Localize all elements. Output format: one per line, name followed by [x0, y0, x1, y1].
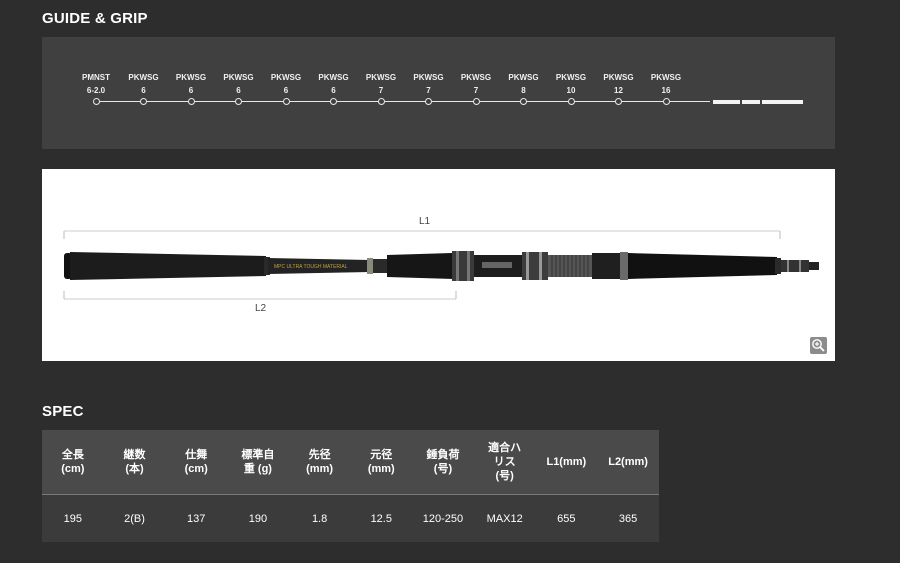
guide-size: 6 [283, 86, 289, 95]
guide-size: 16 [661, 86, 671, 95]
tip-section-2 [742, 100, 760, 104]
spec-table: 全長 (cm) 継数 (本) 仕舞 (cm) 標準自 重 (g) 先径 (mm)… [42, 430, 659, 542]
spec-header-l1: L1(mm) [535, 430, 598, 495]
guide-dot [187, 98, 195, 105]
spec-header-total-length: 全長 (cm) [42, 430, 104, 495]
magnifier-plus-icon [812, 339, 825, 352]
guide-name: PKWSG [555, 73, 587, 82]
guide-dot [520, 98, 527, 105]
guide-name: PKWSG [603, 73, 634, 82]
spec-header-sections: 継数 (本) [103, 430, 166, 495]
spec-value-l1: 655 [535, 494, 598, 542]
spec-header-weight: 標準自 重 (g) [227, 430, 289, 495]
guide-size: 6 [141, 86, 146, 95]
guide-name: PMNST [82, 73, 110, 82]
spec-value-closed-length: 137 [165, 494, 228, 542]
guide-marker: PKWSG 6 [214, 71, 264, 97]
guide-dot [140, 98, 147, 105]
guide-marker: PKWSG 7 [451, 71, 501, 97]
guide-name: PKWSG [128, 73, 159, 82]
spec-header-closed-length: 仕舞 (cm) [165, 430, 228, 495]
spec-value-butt-diameter: 12.5 [350, 494, 413, 542]
guide-size: 12 [614, 86, 623, 95]
guide-dot [92, 98, 100, 105]
guide-marker: PKWSG 8 [499, 71, 549, 97]
guide-size: 10 [566, 86, 576, 95]
guide-size: 6 [236, 86, 241, 95]
guide-dot [235, 98, 242, 105]
guide-name: PKWSG [175, 73, 207, 82]
spec-value-row: 195 2(B) 137 190 1.8 12.5 120-250 MAX12 … [42, 494, 659, 542]
guide-marker: PKWSG 6 [166, 71, 216, 97]
guide-marker: PKWSG 6 [309, 71, 359, 97]
spec-header-tip-diameter: 先径 (mm) [288, 430, 351, 495]
guide-name: PKWSG [223, 73, 254, 82]
guide-marker: PMNST 6-2.0 [71, 71, 121, 97]
guide-dot [425, 98, 432, 105]
guide-name: PKWSG [413, 73, 444, 82]
spec-title: SPEC [42, 403, 84, 420]
tip-section-1 [713, 100, 740, 104]
dimension-l1-label: L1 [419, 216, 431, 227]
guide-dot [567, 98, 575, 105]
spec-header-leader: 適合ハ リス (号) [473, 430, 536, 495]
spec-value-weight: 190 [227, 494, 289, 542]
spec-value-tip-diameter: 1.8 [288, 494, 351, 542]
guide-name: PKWSG [365, 73, 397, 82]
guide-dot [330, 98, 337, 105]
guide-size: 7 [378, 86, 384, 95]
guide-name: PKWSG [508, 73, 539, 82]
guide-name: PKWSG [318, 73, 349, 82]
rod-image-panel: MPC ULTRA TOUGH MATERIAL L1 L2 [42, 169, 835, 361]
guide-marker: PKWSG 7 [356, 71, 406, 97]
guide-dot [377, 98, 385, 105]
guide-dot [472, 98, 480, 105]
guide-dot [615, 98, 622, 105]
guide-dot [662, 98, 670, 105]
guide-marker: PKWSG 16 [641, 71, 691, 97]
guide-marker: PKWSG 6 [261, 71, 311, 97]
tip-section-3 [762, 100, 803, 104]
guide-size: 7 [473, 86, 479, 95]
spec-header-sinker-weight: 錘負荷 (号) [412, 430, 474, 495]
svg-text:MPC ULTRA TOUGH MATERIAL: MPC ULTRA TOUGH MATERIAL [274, 264, 348, 270]
spec-header-l2: L2(mm) [597, 430, 659, 495]
guide-size: 6 [331, 86, 336, 95]
guide-size: 6-2.0 [86, 86, 106, 95]
spec-header-row: 全長 (cm) 継数 (本) 仕舞 (cm) 標準自 重 (g) 先径 (mm)… [42, 430, 659, 495]
guide-name: PKWSG [460, 73, 492, 82]
spec-value-sections: 2(B) [103, 494, 166, 542]
spec-value-sinker-weight: 120-250 [412, 494, 474, 542]
spec-value-l2: 365 [597, 494, 659, 542]
guide-size: 6 [188, 86, 194, 95]
guide-dot [282, 98, 290, 105]
guide-marker: PKWSG 7 [404, 71, 454, 97]
guide-name: PKWSG [650, 73, 682, 82]
guide-marker: PKWSG 6 [119, 71, 169, 97]
dimension-l2-label: L2 [255, 303, 267, 314]
guide-name: PKWSG [270, 73, 302, 82]
spec-header-butt-diameter: 元径 (mm) [350, 430, 413, 495]
spec-value-total-length: 195 [42, 494, 104, 542]
guide-grip-title: GUIDE & GRIP [42, 10, 148, 27]
spec-value-leader: MAX12 [473, 494, 536, 542]
guide-marker: PKWSG 10 [546, 71, 596, 97]
guide-size: 7 [426, 86, 431, 95]
zoom-button[interactable] [810, 337, 827, 354]
guide-marker: PKWSG 12 [594, 71, 644, 97]
rod-image: MPC ULTRA TOUGH MATERIAL [63, 230, 819, 300]
guide-size: 8 [521, 86, 526, 95]
